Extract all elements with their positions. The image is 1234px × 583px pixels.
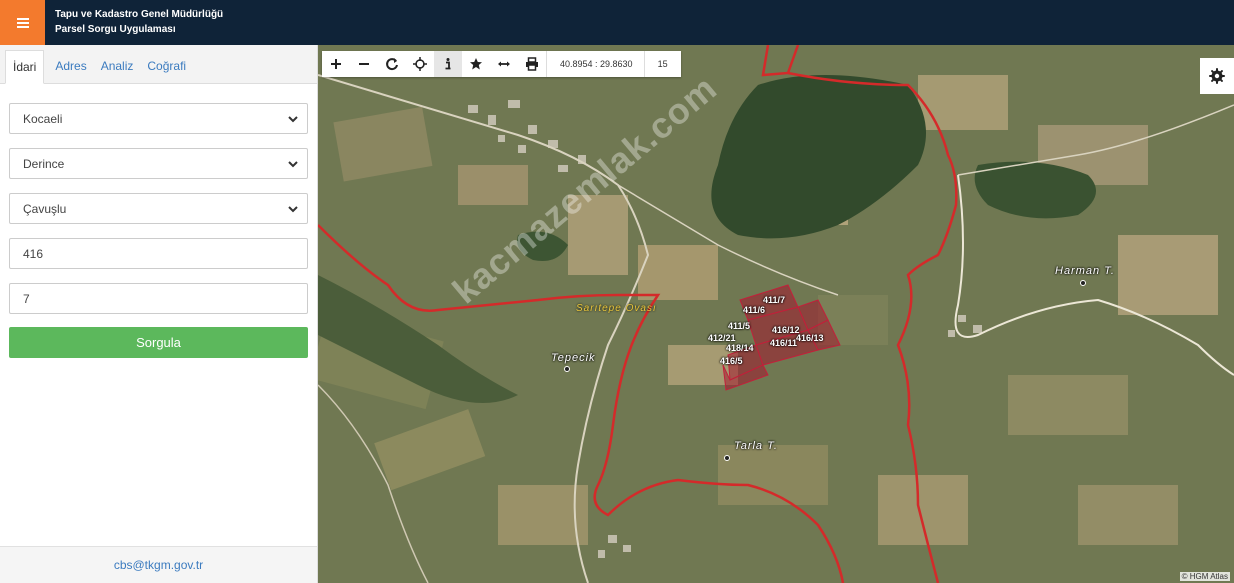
parcel-label[interactable]: 418/14 [726,343,754,353]
favorite-button[interactable] [462,51,490,77]
neighborhood-value: Çavuşlu [23,201,67,216]
refresh-icon [386,58,398,71]
province-value: Kocaeli [23,111,63,126]
map-toolbar: 40.8954 : 29.8630 15 [322,51,681,77]
gear-icon [1209,68,1225,84]
search-button[interactable]: Sorgula [9,327,308,358]
sidebar: İdari Adres Analiz Coğrafi Kocaeli Derince … [0,45,318,583]
map-label-tarla: Tarla T. [734,440,778,452]
block-value: 416 [23,246,44,261]
zoom-level: 15 [643,51,681,77]
parcel-input[interactable]: 7 [9,283,308,314]
map-label-tepecik: Tepecik [551,352,596,364]
parcel-label[interactable]: 416/13 [796,333,824,343]
measure-button[interactable] [490,51,518,77]
sidebar-footer: cbs@tkgm.gov.tr [0,546,317,583]
parcel-label[interactable]: 411/6 [743,305,765,315]
tab-idari[interactable]: İdari [5,50,45,84]
app-title-line2: Parsel Sorgu Uygulaması [55,24,176,35]
tab-cografi[interactable]: Coğrafi [140,50,193,84]
satellite-imagery [318,45,1234,583]
map-view[interactable]: kacmazemlak.com Sarıtepe Ovası Harman T.… [318,45,1234,583]
coordinate-readout: 40.8954 : 29.8630 [546,51,644,77]
measure-icon [498,61,510,67]
query-form: Kocaeli Derince Çavuşlu 416 7 Sorgula [0,84,317,358]
locate-icon [413,57,427,71]
print-icon [526,57,538,71]
map-attribution: © HGM Atlas [1179,572,1230,581]
zoom-out-icon [359,63,369,65]
neighborhood-select[interactable]: Çavuşlu [9,193,308,224]
district-value: Derince [23,156,65,171]
parcel-label[interactable]: 416/11 [770,338,797,348]
zoom-in-icon [331,59,341,69]
star-icon [470,58,482,70]
chevron-down-icon [288,206,298,213]
province-select[interactable]: Kocaeli [9,103,308,134]
map-label-harman: Harman T. [1055,265,1115,277]
hamburger-icon [16,17,29,28]
info-icon [445,58,451,70]
info-button[interactable] [434,51,462,77]
zoom-in-button[interactable] [322,51,350,77]
parcel-label[interactable]: 411/5 [728,321,750,331]
print-button[interactable] [518,51,546,77]
refresh-button[interactable] [378,51,406,77]
locate-button[interactable] [406,51,434,77]
app-header: Tapu ve Kadastro Genel Müdürlüğü Parsel … [0,0,1234,45]
place-marker [1080,280,1086,286]
chevron-down-icon [288,116,298,123]
district-select[interactable]: Derince [9,148,308,179]
block-input[interactable]: 416 [9,238,308,269]
place-marker [724,455,730,461]
parcel-label[interactable]: 416/5 [720,356,743,366]
chevron-down-icon [288,161,298,168]
parcel-label[interactable]: 411/7 [763,295,785,305]
settings-button[interactable] [1200,58,1234,94]
app-title: Tapu ve Kadastro Genel Müdürlüğü Parsel … [55,7,223,37]
menu-button[interactable] [0,0,45,45]
contact-email-link[interactable]: cbs@tkgm.gov.tr [114,558,203,572]
zoom-out-button[interactable] [350,51,378,77]
tab-adres[interactable]: Adres [48,50,93,84]
tab-bar: İdari Adres Analiz Coğrafi [0,45,317,84]
app-title-line1: Tapu ve Kadastro Genel Müdürlüğü [55,9,224,20]
tab-analiz[interactable]: Analiz [94,50,141,84]
parcel-label[interactable]: 412/21 [708,333,736,343]
parcel-value: 7 [23,291,30,306]
place-marker [564,366,570,372]
map-label-plain: Sarıtepe Ovası [576,303,657,314]
